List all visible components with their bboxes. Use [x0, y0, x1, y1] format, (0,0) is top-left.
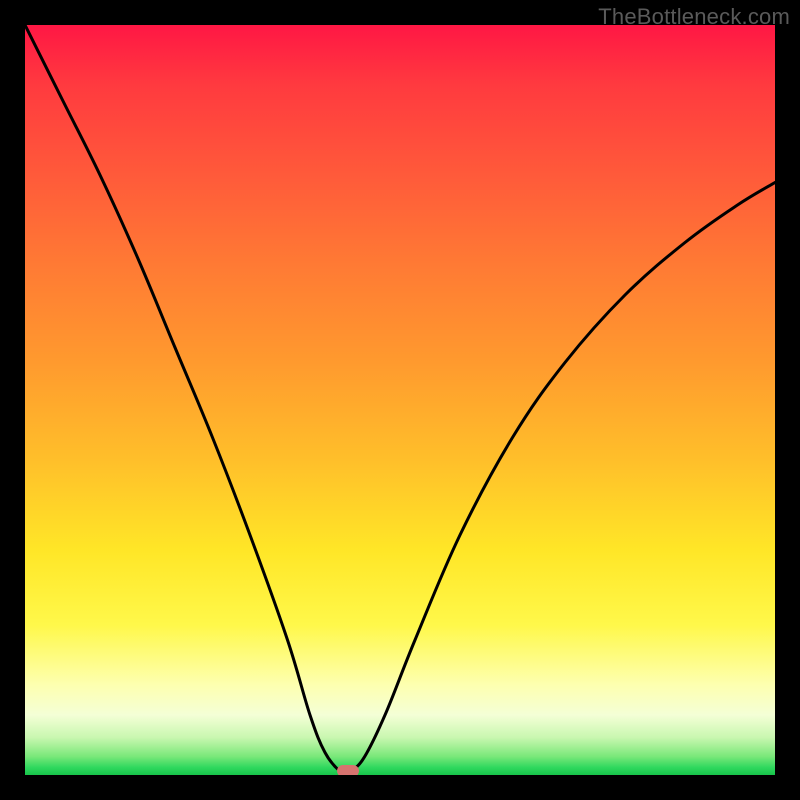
- optimum-marker: [337, 765, 359, 775]
- plot-area: [25, 25, 775, 775]
- chart-frame: TheBottleneck.com: [0, 0, 800, 800]
- bottleneck-curve: [25, 25, 775, 775]
- watermark-text: TheBottleneck.com: [598, 4, 790, 30]
